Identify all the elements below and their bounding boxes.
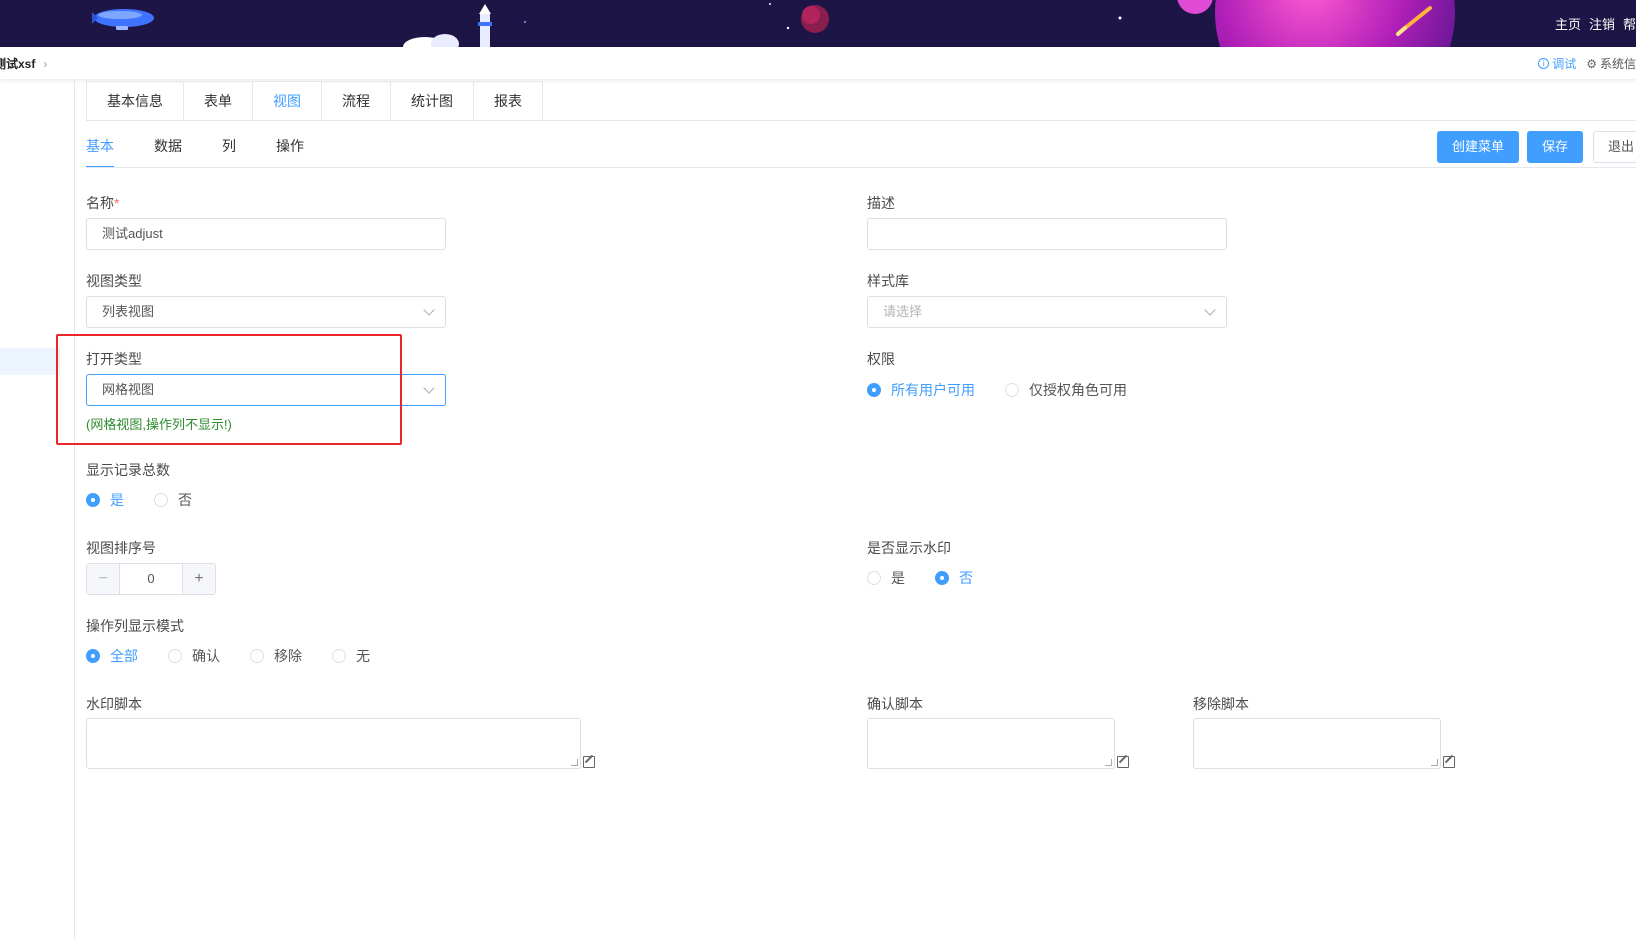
banner-illustration [92,0,1455,47]
radio-dot [867,571,881,585]
show-total-radio-group: 是 否 [86,490,222,510]
edit-icon[interactable] [1443,756,1455,768]
radio-dot [168,649,182,663]
op-mode-option-confirm[interactable]: 确认 [168,646,220,666]
radio-dot [1005,383,1019,397]
subtab-basic[interactable]: 基本 [86,132,114,168]
view-type-label: 视图类型 [86,273,142,289]
radio-dot [250,649,264,663]
tab-flow[interactable]: 流程 [322,82,391,121]
save-button[interactable]: 保存 [1527,131,1584,163]
permission-radio-group: 所有用户可用 仅授权角色可用 [867,380,1157,400]
watermark-script-textarea[interactable] [86,718,581,769]
top-banner: 主页 注销 帮 [0,0,1636,47]
sidebar-active-item[interactable] [0,348,60,375]
name-label: 名称* [86,195,120,211]
watermark-option-yes[interactable]: 是 [867,568,905,588]
style-lib-select[interactable]: 请选择 [867,296,1227,328]
tab-form[interactable]: 表单 [184,82,253,121]
radio-dot [86,649,100,663]
edit-icon[interactable] [1117,756,1129,768]
debug-link[interactable]: i 调试 [1538,55,1576,72]
permission-label: 权限 [867,351,895,367]
sort-no-label: 视图排序号 [86,540,156,556]
radio-dot [935,571,949,585]
radio-dot [332,649,346,663]
op-mode-option-remove[interactable]: 移除 [250,646,302,666]
radio-dot [867,383,881,397]
main-tabs: 基本信息 表单 视图 流程 统计图 报表 [86,81,543,121]
remove-script-label: 移除脚本 [1193,696,1249,712]
tab-view[interactable]: 视图 [253,82,322,121]
increment-button[interactable]: + [182,564,215,594]
info-icon: i [1538,58,1550,69]
permission-option-authorized-roles[interactable]: 仅授权角色可用 [1005,380,1127,400]
top-nav: 主页 注销 帮 [1555,0,1636,47]
description-input[interactable] [867,218,1227,250]
main-tabs-divider [86,120,1636,121]
subtab-columns[interactable]: 列 [222,132,236,168]
sub-tabs: 基本 数据 列 操作 [86,132,344,168]
system-info-link[interactable]: ⚙ 系统信 [1586,55,1636,72]
name-input[interactable]: 测试adjust [86,218,446,250]
edit-icon[interactable] [583,756,595,768]
create-menu-button[interactable]: 创建菜单 [1437,131,1520,163]
view-type-value: 列表视图 [102,304,155,319]
subtab-actions[interactable]: 操作 [276,132,304,168]
system-info-label: 系统信 [1599,57,1636,71]
op-mode-label: 操作列显示模式 [86,618,184,634]
op-mode-option-none[interactable]: 无 [332,646,370,666]
tab-report[interactable]: 报表 [474,82,542,121]
view-type-select[interactable]: 列表视图 [86,296,446,328]
sidebar-divider [74,79,75,939]
breadcrumb-current[interactable]: 测试xsf [0,55,35,72]
highlight-box [56,334,402,445]
gear-icon: ⚙ [1586,56,1597,71]
required-mark: * [114,195,120,211]
watermark-option-no[interactable]: 否 [935,568,973,588]
breadcrumb: 测试xsf › [0,55,47,72]
tab-chart[interactable]: 统计图 [391,82,474,121]
breadcrumb-bar: 测试xsf › i 调试 ⚙ 系统信 [0,47,1636,79]
show-total-option-no[interactable]: 否 [154,490,192,510]
watermark-radio-group: 是 否 [867,568,1003,588]
sort-no-input[interactable]: 0 [120,564,182,594]
chevron-right-icon: › [43,56,48,71]
show-total-label: 显示记录总数 [86,462,170,478]
confirm-script-label: 确认脚本 [867,696,923,712]
remove-script-textarea[interactable] [1193,718,1441,769]
exit-button[interactable]: 退出 [1593,131,1636,163]
chevron-down-icon [423,382,435,394]
chevron-down-icon [423,304,435,316]
radio-dot [154,493,168,507]
show-total-option-yes[interactable]: 是 [86,490,124,510]
style-lib-placeholder: 请选择 [883,304,923,319]
subtab-data[interactable]: 数据 [154,132,182,168]
sort-no-stepper: − 0 + [86,563,216,595]
op-mode-radio-group: 全部 确认 移除 无 [86,646,400,666]
decrement-button[interactable]: − [87,564,120,594]
tab-basic-info[interactable]: 基本信息 [87,82,184,121]
chevron-down-icon [1204,304,1216,316]
debug-label: 调试 [1552,57,1577,71]
watermark-script-label: 水印脚本 [86,696,142,712]
style-lib-label: 样式库 [867,273,909,289]
sub-tabs-divider [86,167,1636,168]
breadcrumb-actions: i 调试 ⚙ 系统信 [1538,55,1636,72]
nav-help[interactable]: 帮 [1623,14,1636,33]
watermark-label: 是否显示水印 [867,540,951,556]
op-mode-option-all[interactable]: 全部 [86,646,138,666]
nav-home[interactable]: 主页 [1555,14,1581,33]
description-label: 描述 [867,195,895,211]
permission-option-all-users[interactable]: 所有用户可用 [867,380,975,400]
nav-logout[interactable]: 注销 [1589,14,1615,33]
radio-dot [86,493,100,507]
confirm-script-textarea[interactable] [867,718,1115,769]
